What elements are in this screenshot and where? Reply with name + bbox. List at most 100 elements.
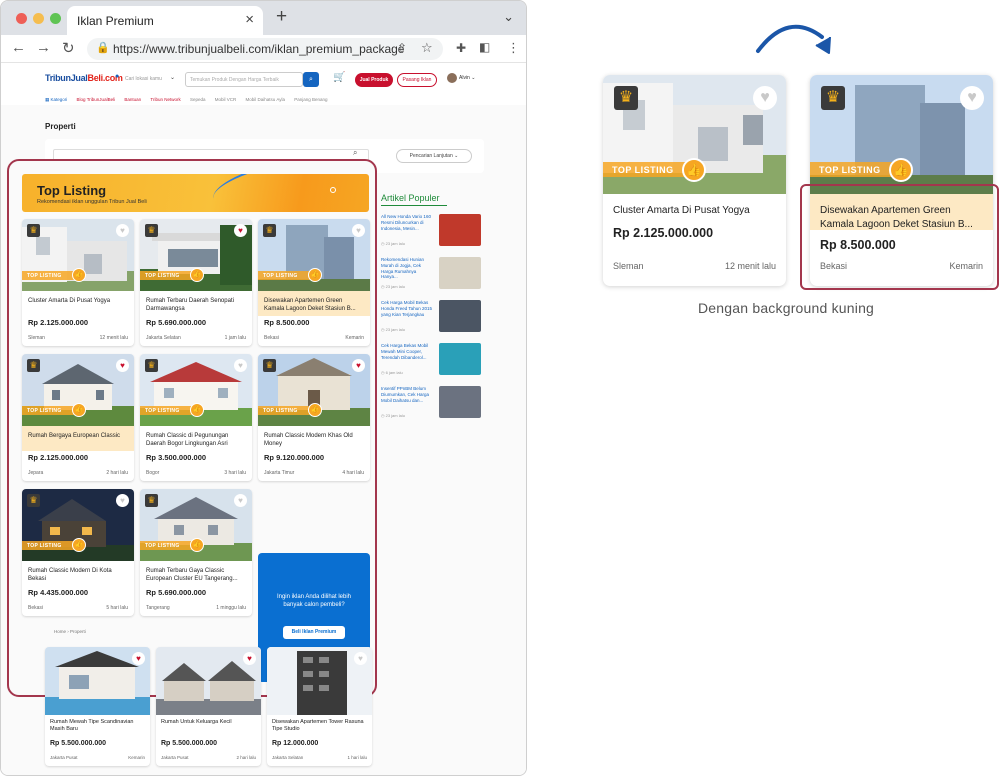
location-select[interactable]: ● Cari lokasi kamu ⌄ (115, 72, 175, 86)
article-title[interactable]: Cek Harga Bekas Mobil Mewah Mini Cooper,… (381, 343, 434, 369)
listing-title: Cluster Amarta Di Pusat Yogya (28, 298, 111, 304)
category-menu[interactable]: ▦ Kategori (45, 97, 67, 102)
listing-card[interactable]: ♥ Rumah Mewah Tipe Scandinavian Masih Bar… (45, 647, 150, 766)
forward-icon[interactable]: → (36, 39, 51, 56)
article-title[interactable]: All New Honda Vario 160 Resmi Diluncurka… (381, 214, 434, 240)
heart-icon[interactable]: ♥ (116, 224, 129, 237)
article-item[interactable]: Cek Harga Mobil Bekas Honda Freed Tahun … (381, 300, 485, 336)
subnav-link[interactable]: Tribun Network (150, 97, 180, 102)
search-input[interactable]: Temukan Produk Dengan Harga Terbaik (185, 72, 303, 87)
listing-price: Rp 2.125.000.000 (28, 453, 89, 462)
avatar[interactable] (447, 73, 457, 83)
advanced-search-button[interactable]: Pencarian Lanjutan ⌄ (396, 149, 472, 163)
heart-icon[interactable]: ♥ (234, 359, 247, 372)
listing-card[interactable]: ♛ ♥ TOP LISTING 👍 Rumah Bergaya European Cla… (22, 354, 134, 481)
listing-card[interactable]: ♛ ♥ TOP LISTING 👍 Disewakan Apartemen Green … (258, 219, 370, 346)
address-bar[interactable]: 🔒 https://www.tribunjualbeli.com/iklan_p… (87, 38, 443, 60)
crown-icon: ♛ (145, 494, 158, 507)
heart-icon[interactable]: ♥ (234, 494, 247, 507)
listing-time: Kemarin (345, 335, 364, 341)
article-title[interactable]: Rekomendasi Hunian Murah di Jogja, Cek H… (381, 257, 434, 283)
search-icon: ⌕ (309, 76, 313, 83)
search-icon[interactable]: ⌕ (353, 148, 357, 158)
bookmark-star-icon[interactable]: ☆ (421, 40, 433, 56)
cart-icon[interactable]: 🛒 (333, 72, 345, 83)
listing-time: 1 hari lalu (347, 755, 367, 760)
article-date: ◷ 23 jam lalu (381, 327, 405, 332)
article-thumbnail[interactable] (439, 343, 481, 375)
minimize-window-icon[interactable] (33, 13, 44, 24)
subnav-link[interactable]: Panjang Benang (294, 97, 327, 102)
close-window-icon[interactable] (16, 13, 27, 24)
listing-time: 12 menit lalu (724, 261, 776, 271)
site-logo[interactable]: TribunJualBeli.com (45, 73, 123, 83)
article-title[interactable]: Cek Harga Mobil Bekas Honda Freed Tahun … (381, 300, 434, 326)
top-listing-subtitle: Rekomendasi iklan unggulan Tribun Jual B… (37, 199, 147, 205)
close-tab-icon[interactable]: × (245, 11, 254, 28)
heart-icon[interactable]: ♥ (960, 86, 984, 110)
article-item[interactable]: Rekomendasi Hunian Murah di Jogja, Cek H… (381, 257, 485, 293)
subnav-link[interactable]: Mobil VCR (215, 97, 237, 102)
article-item[interactable]: Insentif PPnBM Belum Diumumkan, Cek Harg… (381, 386, 485, 422)
breadcrumb-home[interactable]: Home (54, 629, 66, 634)
heart-icon[interactable]: ♥ (243, 652, 256, 665)
listing-title: Disewakan Apartemen Green Kamala Lagoon … (258, 291, 370, 316)
site-header: TribunJualBeli.com ● Cari lokasi kamu ⌄ … (1, 63, 526, 105)
maximize-window-icon[interactable] (50, 13, 61, 24)
listing-time: 1 jam lalu (224, 335, 246, 341)
heart-icon[interactable]: ♥ (352, 224, 365, 237)
new-tab-icon[interactable]: + (276, 6, 287, 28)
article-thumbnail[interactable] (439, 214, 481, 246)
crown-icon: ♛ (27, 224, 40, 237)
heart-icon[interactable]: ♥ (352, 359, 365, 372)
highlight-outline (800, 184, 999, 290)
article-date: ◷ 23 jam lalu (381, 241, 405, 246)
listing-card[interactable]: ♛ ♥ TOP LISTING 👍 Rumah Terbaru Daerah Senop… (140, 219, 252, 346)
heart-icon[interactable]: ♥ (234, 224, 247, 237)
heart-icon[interactable]: ♥ (132, 652, 145, 665)
search-button[interactable]: ⌕ (303, 72, 319, 87)
sidepanel-icon[interactable]: ◧ (479, 40, 490, 54)
article-title[interactable]: Insentif PPnBM Belum Diumumkan, Cek Harg… (381, 386, 434, 412)
article-date: ◷ 23 jam lalu (381, 284, 405, 289)
sell-product-button[interactable]: Jual Produk (355, 73, 393, 87)
listing-price: Rp 12.000.000 (272, 740, 319, 747)
heart-icon[interactable]: ♥ (753, 86, 777, 110)
buy-premium-button[interactable]: Beli Iklan Premium (283, 626, 345, 639)
article-thumbnail[interactable] (439, 300, 481, 332)
heart-icon[interactable]: ♥ (116, 359, 129, 372)
article-item[interactable]: Cek Harga Bekas Mobil Mewah Mini Cooper,… (381, 343, 485, 379)
browser-window: Iklan Premium × + ⌄ ← → ↻ 🔒 https://www.… (0, 0, 527, 776)
listing-card[interactable]: ♛ ♥ TOP LISTING 👍 Rumah Terbaru Gaya Classic… (140, 489, 252, 616)
listing-card[interactable]: ♛ ♥ TOP LISTING 👍 Cluster Amarta Di Pusat Yo… (22, 219, 134, 346)
subnav-link[interactable]: Sepeda (190, 97, 206, 102)
browser-tab[interactable]: Iklan Premium × (67, 6, 263, 35)
article-thumbnail[interactable] (439, 386, 481, 418)
listing-location: Tangerang (146, 605, 170, 611)
tab-list-chevron-icon[interactable]: ⌄ (503, 9, 514, 25)
listing-card[interactable]: ♥ Rumah Untuk Keluarga Kecil Rp 5.500.000.… (156, 647, 261, 766)
article-thumbnail[interactable] (439, 257, 481, 289)
user-name[interactable]: Alvin ⌄ (459, 75, 475, 81)
post-ad-button[interactable]: Pasang Iklan (397, 73, 437, 87)
extensions-icon[interactable]: ✚ (456, 41, 466, 55)
listing-card[interactable]: ♛ ♥ TOP LISTING 👍 Rumah Classic Modern Khas … (258, 354, 370, 481)
listing-title: Cluster Amarta Di Pusat Yogya (613, 205, 750, 216)
share-icon[interactable]: ⇧ (397, 41, 407, 55)
listing-card[interactable]: ♥ Disewakan Apartemen Tower Rasuna Tipe S… (267, 647, 372, 766)
listing-time: 1 minggu lalu (216, 605, 246, 611)
heart-icon[interactable]: ♥ (116, 494, 129, 507)
subnav-link[interactable]: Mobil Daihatsu Ayla (246, 97, 285, 102)
listing-time: 3 hari lalu (224, 470, 246, 476)
subnav-link[interactable]: Blog TribunJualBeli (77, 97, 116, 102)
showcase-card-before[interactable]: ♛ ♥ TOP LISTING 👍 Cluster Amarta Di Pusa… (603, 75, 786, 286)
url-text: https://www.tribunjualbeli.com/iklan_pre… (113, 42, 405, 56)
heart-icon[interactable]: ♥ (354, 652, 367, 665)
menu-kebab-icon[interactable]: ⋮ (507, 40, 520, 56)
reload-icon[interactable]: ↻ (62, 39, 75, 57)
article-item[interactable]: All New Honda Vario 160 Resmi Diluncurka… (381, 214, 485, 250)
back-icon[interactable]: ← (11, 39, 26, 56)
listing-card[interactable]: ♛ ♥ TOP LISTING 👍 Rumah Classic di Pegununga… (140, 354, 252, 481)
subnav-link[interactable]: Bantuan (124, 97, 141, 102)
listing-card[interactable]: ♛ ♥ TOP LISTING 👍 Rumah Classic Modern Di Ko… (22, 489, 134, 616)
